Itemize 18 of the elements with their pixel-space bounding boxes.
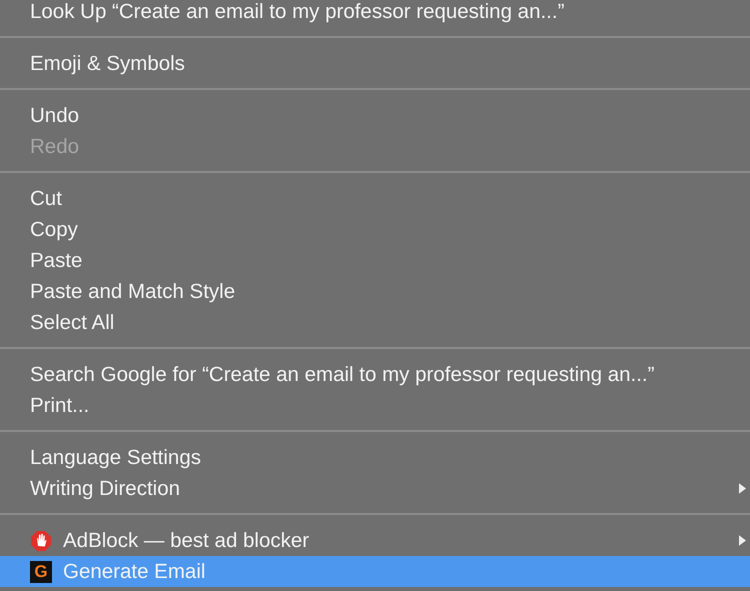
menu-item[interactable]: Undo: [0, 100, 750, 131]
menu-item[interactable]: Emoji & Symbols: [0, 48, 750, 79]
menu-item[interactable]: Print...: [0, 390, 750, 421]
submenu-arrow-icon: [739, 535, 746, 546]
submenu-arrow-icon: [739, 483, 746, 494]
menu-item[interactable]: Writing Direction: [0, 473, 750, 504]
menu-item[interactable]: Search Google for “Create an email to my professor requesting an...”: [0, 359, 750, 390]
stop-hand-icon: [30, 530, 52, 552]
menu-item[interactable]: Paste and Match Style: [0, 276, 750, 307]
menu-item[interactable]: G Generate Email: [0, 556, 750, 587]
menu-item[interactable]: Look Up “Create an email to my professor requesting an...”: [0, 0, 750, 27]
app-logo-icon: G: [30, 560, 52, 582]
menu-item[interactable]: Select All: [0, 307, 750, 338]
menu-item[interactable]: Paste: [0, 245, 750, 276]
menu-item[interactable]: Copy: [0, 214, 750, 245]
menu-item[interactable]: AdBlock — best ad blocker: [0, 525, 750, 556]
menu-item[interactable]: Cut: [0, 183, 750, 214]
menu-item[interactable]: Language Settings: [0, 442, 750, 473]
